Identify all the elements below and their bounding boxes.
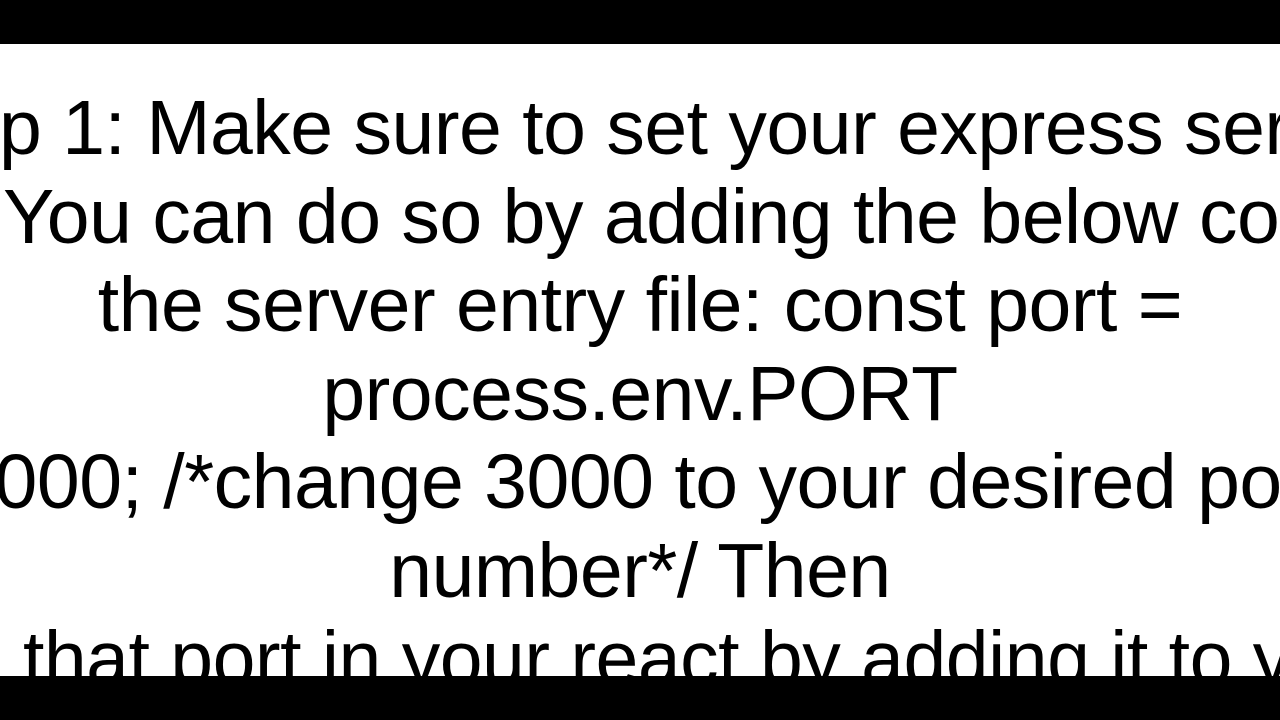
text-line-2: port. You can do so by adding the below … (0, 174, 1280, 260)
document-frame: Step 1: Make sure to set your express se… (0, 44, 1280, 676)
instruction-text: Step 1: Make sure to set your express se… (0, 84, 1280, 676)
text-line-4: 3000; /*change 3000 to your desired port… (0, 439, 1280, 614)
text-line-5: use that port in your react by adding it… (0, 616, 1280, 676)
text-line-1: Step 1: Make sure to set your express se… (0, 85, 1280, 171)
text-line-3: the server entry file: const port = proc… (98, 262, 1183, 437)
